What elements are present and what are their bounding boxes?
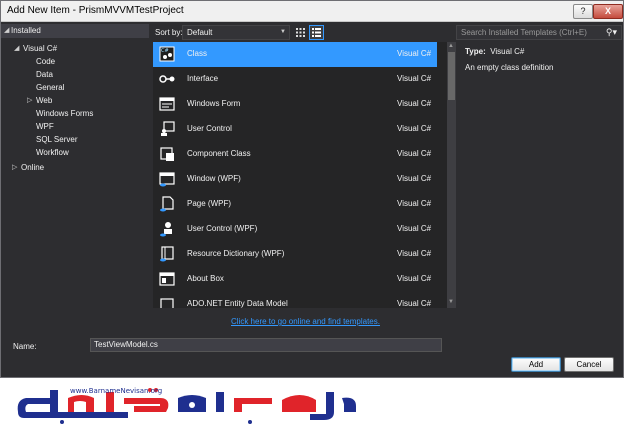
scrollbar-thumb[interactable] — [448, 52, 455, 100]
type-label: Type: — [465, 47, 486, 56]
template-name: Page (WPF) — [187, 199, 232, 208]
template-language: Visual C# — [397, 224, 432, 233]
sort-by-dropdown[interactable]: Default ▼ — [182, 25, 290, 40]
template-name: User Control — [187, 124, 232, 133]
template-name: Windows Form — [187, 99, 241, 108]
wpf-page-icon — [160, 196, 174, 212]
entity-model-icon — [160, 298, 174, 308]
collapsed-triangle-icon: ▷ — [27, 97, 33, 104]
tree-item-general[interactable]: General — [36, 81, 64, 94]
template-language: Visual C# — [397, 49, 432, 58]
template-name: User Control (WPF) — [187, 224, 258, 233]
name-label: Name: — [13, 342, 37, 351]
template-item-about-box[interactable]: About Box Visual C# — [153, 267, 437, 292]
template-name: Class — [187, 49, 208, 58]
windows-form-icon — [159, 97, 175, 111]
template-name: ADO.NET Entity Data Model — [187, 299, 288, 308]
tree-item-label: Visual C# — [23, 44, 58, 53]
close-button[interactable]: X — [593, 4, 623, 19]
sort-by-label: Sort by: — [155, 28, 183, 37]
tree-item-sql-server[interactable]: SQL Server — [36, 133, 78, 146]
search-icon[interactable]: ⚲▾ — [606, 26, 617, 39]
grid-view-icon — [296, 28, 305, 37]
template-language: Visual C# — [397, 299, 432, 308]
wpf-window-icon — [159, 172, 175, 187]
template-list: C# Class Visual C# Interface Visual C# W… — [153, 42, 447, 308]
tree-item-label: Online — [21, 163, 45, 172]
template-language: Visual C# — [397, 199, 432, 208]
template-language: Visual C# — [397, 249, 432, 258]
expanded-triangle-icon: ◢ — [14, 45, 20, 52]
barnamenevisan-logo: www.BarnameNevisan.org — [17, 387, 356, 424]
wpf-user-control-icon — [160, 222, 172, 237]
tree-item-data[interactable]: Data — [36, 68, 53, 81]
type-value: Visual C# — [490, 47, 525, 56]
template-language: Visual C# — [397, 274, 432, 283]
template-list-scrollbar[interactable]: ▲ ▼ — [447, 42, 456, 308]
add-new-item-dialog: Add New Item - PrismMVVMTestProject ? X … — [0, 0, 624, 378]
scroll-up-arrow-icon[interactable]: ▲ — [448, 43, 454, 49]
tree-item-web[interactable]: ▷ Web — [26, 94, 126, 107]
template-item-user-control-wpf[interactable]: User Control (WPF) Visual C# — [153, 217, 437, 242]
add-button[interactable]: Add — [511, 357, 561, 372]
find-templates-online-link[interactable]: Click here to go online and find templat… — [231, 317, 380, 326]
template-item-class[interactable]: C# Class Visual C# — [153, 42, 437, 67]
cancel-button[interactable]: Cancel — [564, 357, 614, 372]
collapse-triangle-icon: ◢ — [4, 27, 10, 34]
template-item-page-wpf[interactable]: Page (WPF) Visual C# — [153, 192, 437, 217]
template-item-resource-dictionary-wpf[interactable]: Resource Dictionary (WPF) Visual C# — [153, 242, 437, 267]
resource-dictionary-icon — [160, 246, 174, 262]
tree-item-online[interactable]: ▷ Online — [1, 161, 149, 174]
chevron-down-icon: ▼ — [280, 29, 286, 35]
tree-item-workflow[interactable]: Workflow — [36, 146, 69, 159]
tree-item-visual-csharp[interactable]: ◢ Visual C# — [1, 42, 149, 55]
installed-header[interactable]: ◢ Installed — [1, 24, 149, 38]
scroll-down-arrow-icon[interactable]: ▼ — [448, 299, 454, 305]
title-bar: Add New Item - PrismMVVMTestProject ? X — [1, 1, 623, 22]
tree-item-windows-forms[interactable]: Windows Forms — [36, 107, 93, 120]
template-name: Component Class — [187, 149, 251, 158]
template-language: Visual C# — [397, 99, 432, 108]
svg-text:C#: C# — [161, 48, 169, 54]
collapsed-triangle-icon: ▷ — [12, 164, 18, 171]
search-placeholder: Search Installed Templates (Ctrl+E) — [461, 28, 587, 37]
template-name: About Box — [187, 274, 224, 283]
template-language: Visual C# — [397, 74, 432, 83]
component-class-icon — [160, 147, 174, 161]
sort-by-value: Default — [187, 28, 213, 37]
template-language: Visual C# — [397, 149, 432, 158]
template-name: Window (WPF) — [187, 174, 241, 183]
help-button[interactable]: ? — [573, 4, 593, 19]
template-item-component-class[interactable]: Component Class Visual C# — [153, 142, 437, 167]
class-icon: C# — [159, 46, 175, 62]
item-name-value: TestViewModel.cs — [94, 340, 158, 349]
template-tree: ◢ Installed ◢ Visual C# Code Data Genera… — [1, 21, 149, 313]
template-type: Type: Visual C# — [465, 47, 524, 56]
template-item-windows-form[interactable]: Windows Form Visual C# — [153, 92, 437, 117]
user-control-icon — [161, 121, 175, 136]
tree-item-label: Web — [36, 96, 53, 105]
search-templates-box[interactable]: Search Installed Templates (Ctrl+E) ⚲▾ — [456, 25, 622, 40]
tree-item-wpf[interactable]: WPF — [36, 120, 54, 133]
template-language: Visual C# — [397, 124, 432, 133]
list-view-icon — [312, 28, 321, 37]
template-name: Interface — [187, 74, 219, 83]
window-title: Add New Item - PrismMVVMTestProject — [7, 5, 184, 16]
interface-icon — [159, 75, 175, 83]
watermark-site-text: www.BarnameNevisan.org — [70, 387, 162, 395]
item-name-input[interactable]: TestViewModel.cs — [90, 338, 442, 352]
template-description: An empty class definition — [465, 63, 554, 72]
template-item-user-control[interactable]: User Control Visual C# — [153, 117, 437, 142]
template-name: Resource Dictionary (WPF) — [187, 249, 285, 258]
tree-item-code[interactable]: Code — [36, 55, 55, 68]
template-language: Visual C# — [397, 174, 432, 183]
template-item-window-wpf[interactable]: Window (WPF) Visual C# — [153, 167, 437, 192]
about-box-icon — [159, 272, 175, 286]
template-item-interface[interactable]: Interface Visual C# — [153, 67, 437, 92]
installed-label: Installed — [11, 26, 41, 35]
template-item-ado-net-entity-data-model[interactable]: ADO.NET Entity Data Model Visual C# — [153, 292, 437, 308]
medium-icons-view-button[interactable] — [293, 25, 308, 40]
small-icons-view-button[interactable] — [309, 25, 324, 40]
